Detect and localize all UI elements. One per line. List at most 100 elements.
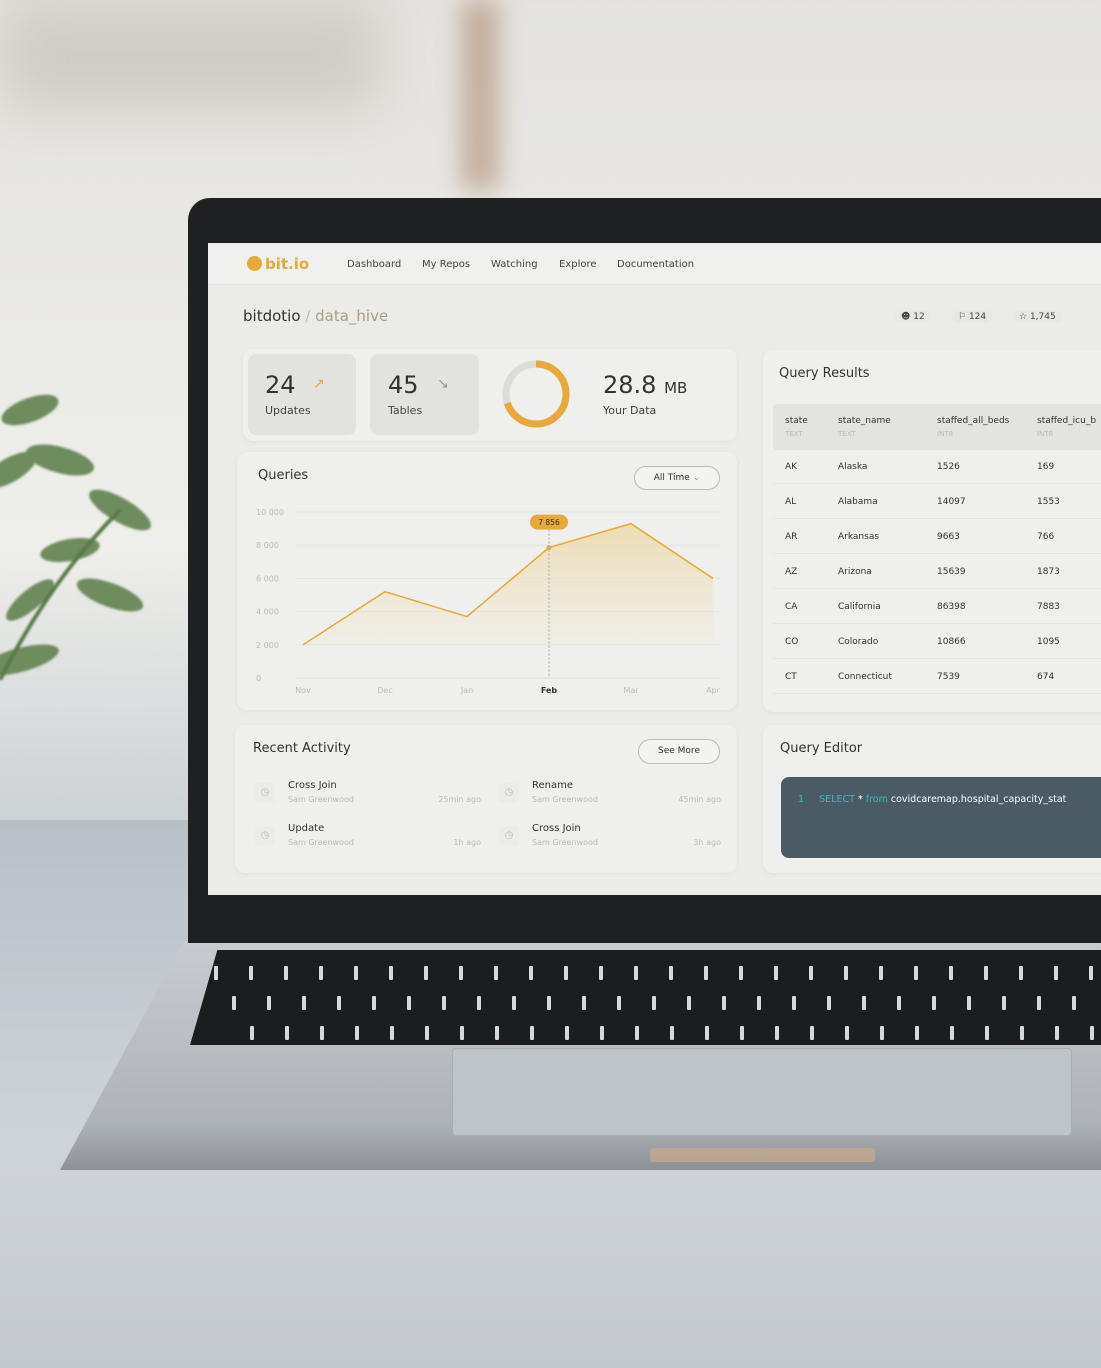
clock-icon: ◷: [499, 783, 519, 803]
results-header: [773, 404, 1101, 450]
key: [1090, 1026, 1094, 1040]
column-header[interactable]: state: [785, 416, 808, 426]
table-cell: AK: [785, 462, 798, 472]
editor-title: Query Editor: [780, 741, 863, 756]
user-icon: ☻: [901, 312, 911, 322]
key: [284, 966, 288, 980]
key: [390, 1026, 394, 1040]
key: [897, 996, 901, 1010]
key: [862, 996, 866, 1010]
table-cell: 766: [1037, 532, 1055, 542]
key: [529, 966, 533, 980]
trend-down-icon: ↘: [437, 376, 449, 392]
breadcrumb-repo[interactable]: data_hive: [315, 307, 388, 325]
logo-text: bit.io: [265, 255, 310, 273]
key: [740, 1026, 744, 1040]
key: [477, 996, 481, 1010]
table-cell: AZ: [785, 567, 798, 577]
key: [739, 966, 743, 980]
key: [792, 996, 796, 1010]
y-tick-label: 8 000: [256, 541, 279, 550]
queries-chart: 0 2 000 4 000 6 000 8 000 10 000 Nov Dec Jan Feb 7…: [256, 508, 721, 695]
column-header[interactable]: staffed_icu_b: [1037, 416, 1096, 426]
table-cell: 1526: [937, 462, 960, 472]
key: [1089, 966, 1093, 980]
key: [827, 996, 831, 1010]
key: [635, 1026, 639, 1040]
x-tick-label: Feb: [541, 686, 558, 695]
table-cell: 86398: [937, 602, 966, 612]
key: [1020, 1026, 1024, 1040]
activity-title: Recent Activity: [253, 741, 351, 756]
keyboard: [190, 950, 1101, 1045]
query-editor[interactable]: 1 SELECT * from covidcaremap.hospital_ca…: [781, 777, 1101, 858]
stars-stat[interactable]: ☆ 1,745: [1013, 311, 1062, 323]
key: [285, 1026, 289, 1040]
tooltip-value: 7 856: [538, 518, 560, 527]
table-cell: 1553: [1037, 497, 1060, 507]
activity-item[interactable]: ◷ Cross Join Sam Greenwood 3h ago: [499, 823, 721, 853]
key: [914, 966, 918, 980]
key: [372, 996, 376, 1010]
column-header[interactable]: staffed_all_beds: [937, 416, 1009, 426]
plant: [0, 394, 151, 680]
clock-icon: ◷: [255, 783, 275, 803]
activity-item[interactable]: ◷ Cross Join Sam Greenwood 25min ago: [255, 780, 481, 810]
logo[interactable]: bit.io: [247, 255, 309, 273]
sql-table: covidcaremap.hospital_capacity_stat: [890, 794, 1067, 805]
data-usage-donut: [502, 360, 570, 428]
key: [512, 996, 516, 1010]
key: [530, 1026, 534, 1040]
table-cell: Alaska: [838, 462, 868, 472]
tables-value: 45: [388, 371, 419, 399]
background-blur: [0, 0, 380, 110]
see-more-button[interactable]: See More: [638, 739, 720, 764]
table-cell: CT: [785, 672, 797, 682]
key: [495, 1026, 499, 1040]
nav-dashboard[interactable]: Dashboard: [347, 259, 401, 270]
key: [320, 1026, 324, 1040]
key: [389, 966, 393, 980]
queries-title: Queries: [258, 468, 309, 483]
breadcrumb-owner[interactable]: bitdotio: [243, 307, 301, 325]
key: [967, 996, 971, 1010]
activity-item[interactable]: ◷ Rename Sam Greenwood 45min ago: [499, 780, 721, 810]
chart-area: [303, 523, 713, 646]
activity-time: 3h ago: [693, 838, 721, 847]
column-type: INT8: [1037, 430, 1054, 438]
hinge: [650, 1148, 875, 1162]
key: [949, 966, 953, 980]
activity-item[interactable]: ◷ Update Sam Greenwood 1h ago: [255, 823, 481, 853]
y-tick-label: 10 000: [256, 508, 284, 517]
column-type: TEXT: [838, 430, 856, 438]
background-blur: [460, 0, 500, 190]
key: [774, 966, 778, 980]
key: [932, 996, 936, 1010]
key: [250, 1026, 254, 1040]
key: [775, 1026, 779, 1040]
table-cell: 15639: [937, 567, 966, 577]
key: [319, 966, 323, 980]
y-tick-label: 2 000: [256, 641, 279, 650]
nav-watching[interactable]: Watching: [491, 259, 538, 270]
column-header[interactable]: state_name: [838, 416, 891, 426]
nav-my-repos[interactable]: My Repos: [422, 259, 470, 270]
nav-documentation[interactable]: Documentation: [617, 259, 694, 270]
key: [232, 996, 236, 1010]
key: [880, 1026, 884, 1040]
nav-explore[interactable]: Explore: [559, 259, 597, 270]
table-cell: Connecticut: [838, 672, 892, 682]
x-tick-label: Dec: [377, 686, 392, 695]
key: [460, 1026, 464, 1040]
table-cell: Arizona: [838, 567, 872, 577]
flags-stat[interactable]: ⚐ 124: [952, 311, 993, 323]
time-range-dropdown[interactable]: All Time ⌄: [634, 466, 720, 490]
sql-operator: *: [857, 794, 863, 805]
key: [425, 1026, 429, 1040]
updates-value: 24: [265, 371, 296, 399]
key: [652, 996, 656, 1010]
followers-stat[interactable]: ☻ 12: [895, 311, 931, 323]
tables-label: Tables: [388, 404, 423, 417]
activity-action: Update: [288, 823, 325, 834]
table-cell: 169: [1037, 462, 1055, 472]
